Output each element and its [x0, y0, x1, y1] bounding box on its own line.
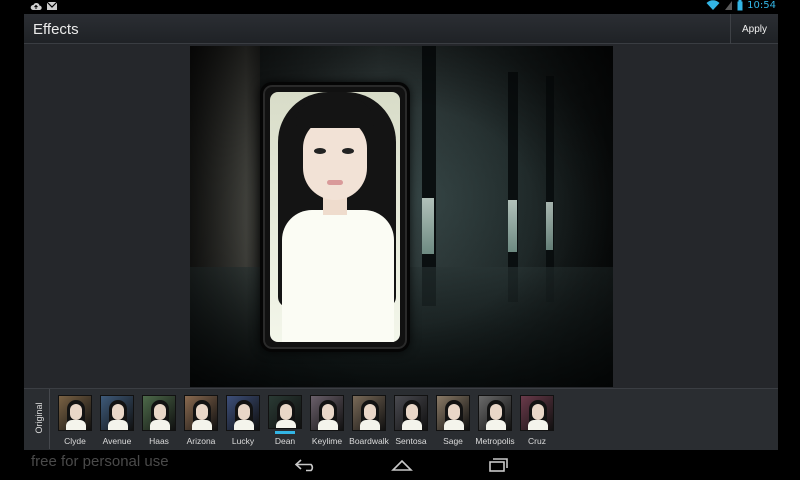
effect-label: Lucky — [231, 436, 255, 446]
effects-list: Clyde Avenue Haas Arizona Lucky Dean Keylime Bo… — [58, 395, 554, 446]
back-icon — [294, 459, 314, 472]
page-title: Effects — [33, 21, 79, 38]
effect-thumb-sentosa[interactable]: Sentosa — [394, 395, 428, 446]
effect-preview-image — [394, 395, 428, 431]
signal-icon — [725, 1, 733, 10]
battery-icon — [737, 0, 743, 11]
photo-preview — [190, 46, 613, 387]
effect-thumb-lucky[interactable]: Lucky — [226, 395, 260, 446]
effect-thumb-metropolis[interactable]: Metropolis — [475, 395, 515, 446]
original-button[interactable]: Original — [28, 389, 50, 449]
effect-preview-image — [184, 395, 218, 431]
effect-thumb-sage[interactable]: Sage — [436, 395, 470, 446]
action-bar: Effects Apply — [24, 14, 778, 44]
editor-canvas — [24, 44, 778, 388]
effect-preview-image — [520, 395, 554, 431]
effect-label: Avenue — [102, 436, 132, 446]
navigation-bar: free for personal use — [0, 450, 800, 480]
selection-indicator — [275, 431, 295, 434]
status-bar: 10:54 — [0, 0, 800, 14]
effect-preview-image — [436, 395, 470, 431]
portrait-image — [270, 92, 400, 342]
effect-label: Dean — [274, 436, 296, 446]
effect-label: Sentosa — [395, 436, 427, 446]
effect-thumb-haas[interactable]: Haas — [142, 395, 176, 446]
effect-label: Arizona — [186, 436, 216, 446]
effect-thumb-boardwalk[interactable]: Boardwalk — [349, 395, 389, 446]
effect-thumb-clyde[interactable]: Clyde — [58, 395, 92, 446]
effects-filmstrip: Original Clyde Avenue Haas Arizona Lucky Dean… — [24, 388, 778, 450]
back-button[interactable] — [293, 456, 319, 474]
effect-preview-image — [100, 395, 134, 431]
effect-label: Keylime — [311, 436, 343, 446]
effect-preview-image — [268, 395, 302, 429]
photo-frame — [260, 82, 410, 352]
effect-preview-image — [352, 395, 386, 431]
notification-icons — [30, 1, 58, 12]
effect-label: Clyde — [64, 436, 86, 446]
effect-thumb-cruz[interactable]: Cruz — [520, 395, 554, 446]
effect-preview-image — [226, 395, 260, 431]
effect-thumb-arizona[interactable]: Arizona — [184, 395, 218, 446]
home-icon — [391, 459, 413, 471]
effect-preview-image — [58, 395, 92, 431]
watermark-text: free for personal use — [31, 453, 169, 470]
gmail-icon — [46, 1, 58, 10]
recent-apps-icon — [489, 458, 508, 472]
effect-label: Sage — [443, 436, 463, 446]
system-status: 10:54 — [706, 0, 776, 11]
effect-preview-image — [478, 395, 512, 431]
effect-label: Metropolis — [475, 436, 515, 446]
effect-thumb-avenue[interactable]: Avenue — [100, 395, 134, 446]
effect-preview-image — [142, 395, 176, 431]
effect-thumb-keylime[interactable]: Keylime — [310, 395, 344, 446]
effect-label: Cruz — [528, 436, 546, 446]
effect-preview-image — [310, 395, 344, 431]
effect-label: Boardwalk — [349, 436, 389, 446]
home-button[interactable] — [389, 456, 415, 474]
effect-label: Haas — [149, 436, 169, 446]
wifi-icon — [706, 0, 720, 11]
effect-thumb-dean[interactable]: Dean — [268, 395, 302, 446]
cloud-upload-icon — [30, 3, 42, 10]
recent-apps-button[interactable] — [485, 456, 511, 474]
clock: 10:54 — [747, 0, 776, 11]
original-label: Original — [34, 402, 44, 434]
apply-button[interactable]: Apply — [730, 14, 778, 44]
